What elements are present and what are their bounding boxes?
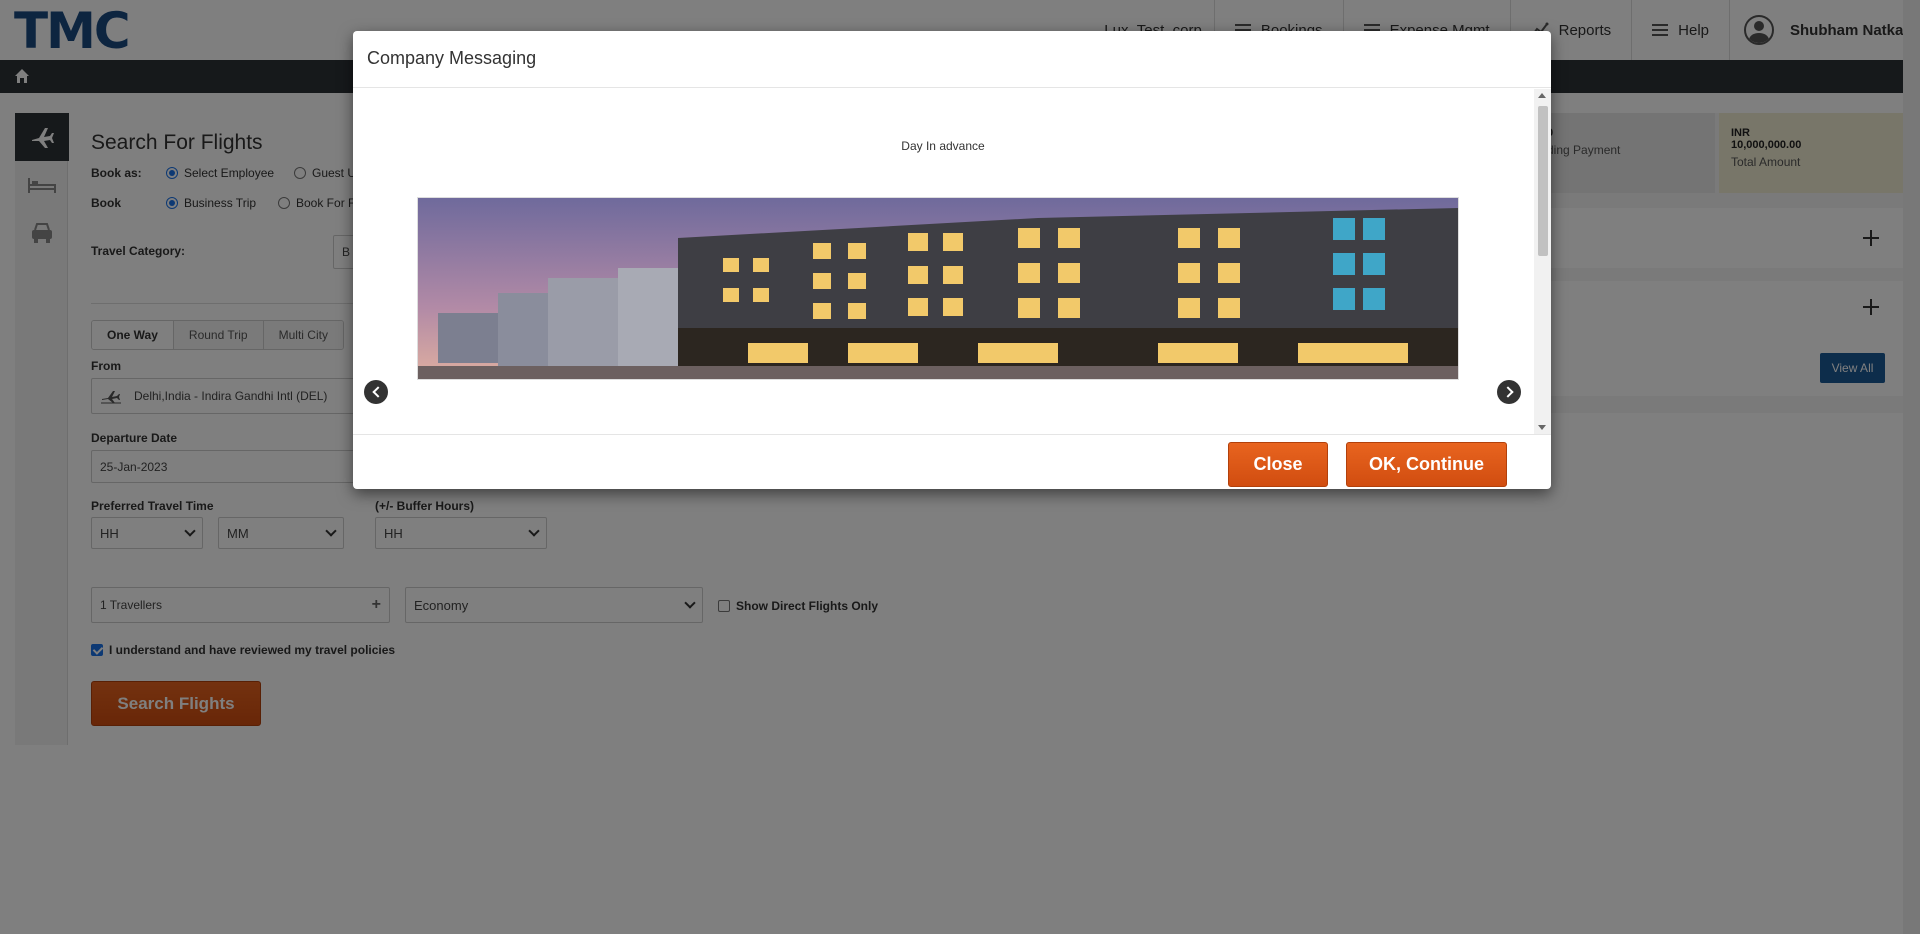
hotel-image	[417, 197, 1459, 380]
scroll-down-icon[interactable]	[1538, 425, 1546, 430]
scroll-up-icon[interactable]	[1538, 93, 1546, 98]
company-messaging-modal: Company Messaging Day In advance Close O…	[353, 31, 1551, 489]
modal-title: Company Messaging	[367, 48, 537, 68]
carousel-next-icon[interactable]	[1497, 380, 1521, 404]
modal-header: Company Messaging	[353, 31, 1551, 88]
hotel-building-image	[418, 198, 1458, 379]
modal-message: Day In advance	[901, 139, 985, 153]
modal-scrollbar[interactable]	[1534, 89, 1551, 434]
close-button[interactable]: Close	[1228, 442, 1328, 487]
modal-body: Day In advance	[353, 89, 1551, 434]
carousel-prev-icon[interactable]	[364, 380, 388, 404]
modal-footer: Close OK, Continue	[353, 434, 1551, 489]
scroll-thumb[interactable]	[1538, 106, 1548, 256]
ok-continue-button[interactable]: OK, Continue	[1346, 442, 1507, 487]
